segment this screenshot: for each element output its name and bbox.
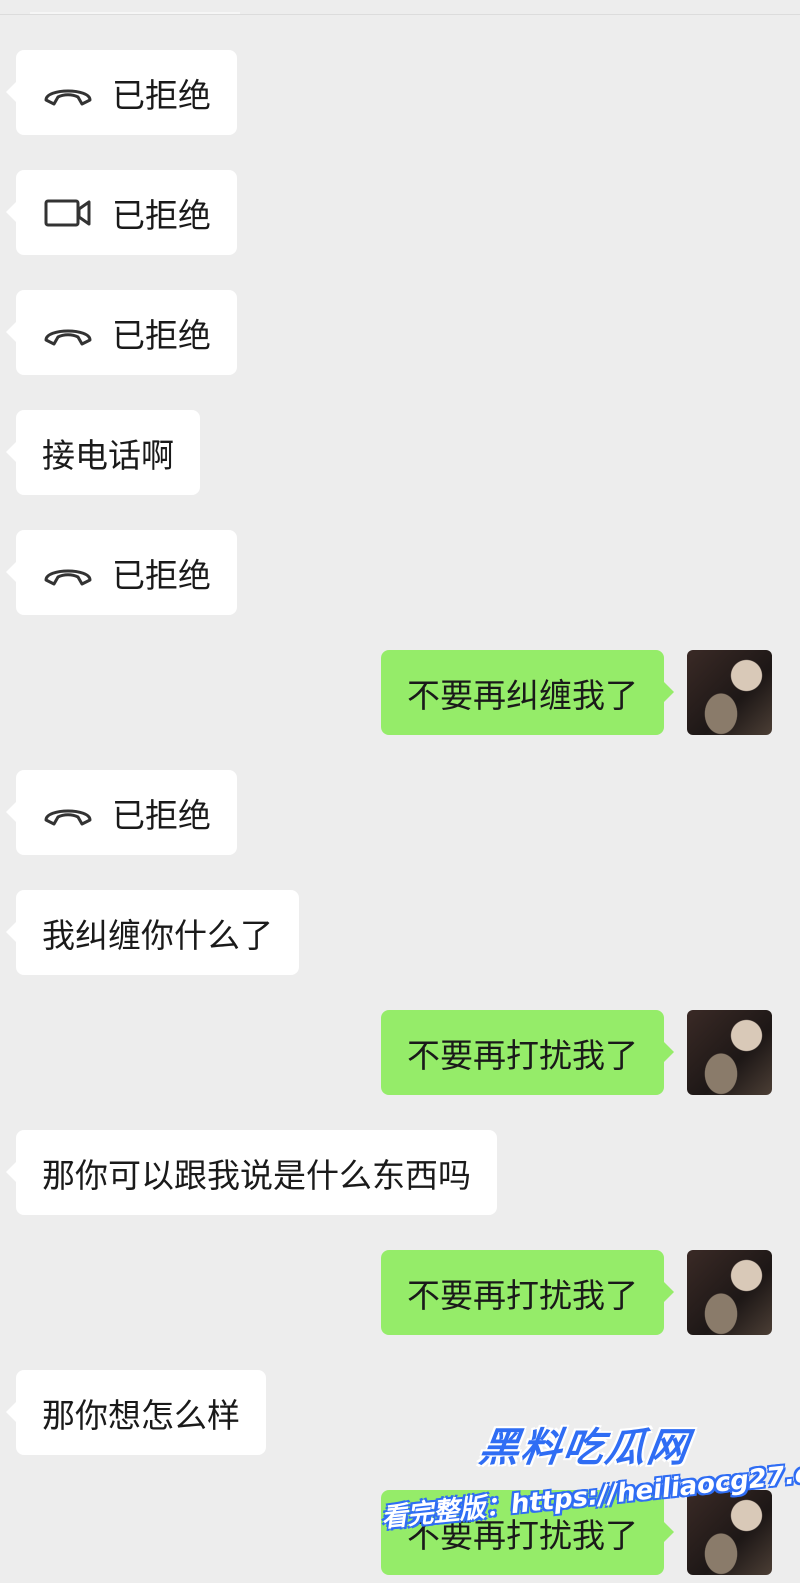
voice-call-bubble[interactable]: 已拒绝 bbox=[6, 50, 237, 135]
video-call-bubble[interactable]: 已拒绝 bbox=[6, 170, 237, 255]
phone-hangup-icon bbox=[42, 313, 94, 353]
avatar[interactable] bbox=[687, 1250, 772, 1335]
message-text: 已拒绝 bbox=[112, 795, 211, 835]
message-text: 已拒绝 bbox=[112, 195, 211, 235]
message-text: 已拒绝 bbox=[112, 315, 211, 355]
message-text: 接电话啊 bbox=[42, 435, 174, 475]
message-text: 那你想怎么样 bbox=[42, 1395, 240, 1435]
voice-call-bubble[interactable]: 已拒绝 bbox=[6, 530, 237, 615]
message-bubble[interactable]: 我纠缠你什么了 bbox=[6, 890, 299, 975]
message-bubble[interactable]: 不要再打扰我了 bbox=[381, 1250, 674, 1335]
message-bubble[interactable]: 那你想怎么样 bbox=[6, 1370, 266, 1455]
voice-call-bubble[interactable]: 已拒绝 bbox=[6, 770, 237, 855]
message-text: 不要再打扰我了 bbox=[407, 1035, 638, 1075]
message-text: 我纠缠你什么了 bbox=[42, 915, 273, 955]
message-bubble[interactable]: 不要再打扰我了 bbox=[381, 1010, 674, 1095]
video-camera-icon bbox=[42, 193, 94, 233]
message-text: 那你可以跟我说是什么东西吗 bbox=[42, 1155, 471, 1195]
avatar[interactable] bbox=[687, 1010, 772, 1095]
voice-call-bubble[interactable]: 已拒绝 bbox=[6, 290, 237, 375]
phone-hangup-icon bbox=[42, 553, 94, 593]
message-text: 不要再打扰我了 bbox=[407, 1275, 638, 1315]
watermark-brand: 黑料吃瓜网 bbox=[476, 1425, 693, 1471]
message-text: 已拒绝 bbox=[112, 555, 211, 595]
message-text: 不要再纠缠我了 bbox=[407, 675, 638, 715]
watermark: 黑料吃瓜网 看完整版：https://heiliaocg27.com bbox=[370, 1415, 800, 1535]
phone-hangup-icon bbox=[42, 73, 94, 113]
phone-hangup-icon bbox=[42, 793, 94, 833]
avatar[interactable] bbox=[687, 650, 772, 735]
chat-list[interactable]: 已拒绝 已拒绝 已拒绝 接电话啊 已拒绝 不要再纠缠我了 已拒绝 我纠缠你什么了 不要再打扰我了… bbox=[0, 0, 800, 1583]
message-bubble[interactable]: 接电话啊 bbox=[6, 410, 200, 495]
message-bubble[interactable]: 不要再纠缠我了 bbox=[381, 650, 674, 735]
message-text: 已拒绝 bbox=[112, 75, 211, 115]
message-bubble[interactable]: 那你可以跟我说是什么东西吗 bbox=[6, 1130, 497, 1215]
